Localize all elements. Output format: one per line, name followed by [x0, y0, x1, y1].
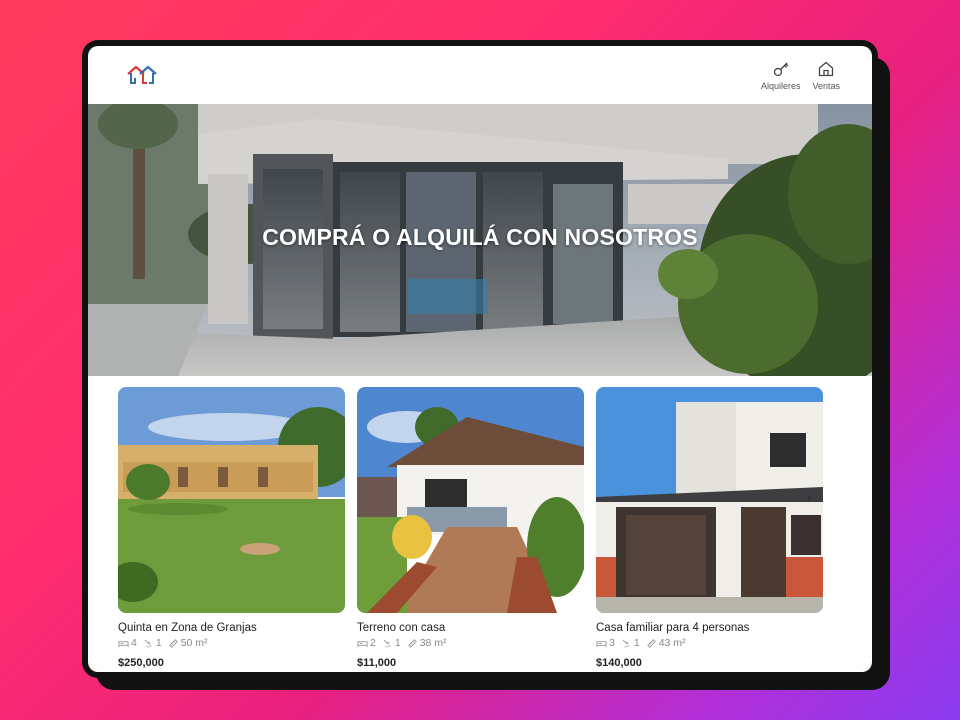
listing-card[interactable]: › Casa familiar para 4 personas 3 1 43 m… [596, 387, 823, 669]
shower-icon [622, 639, 630, 647]
bedroom-count: 3 [609, 637, 615, 649]
bedroom-count: 4 [131, 637, 137, 649]
listing-title: Quinta en Zona de Granjas [118, 622, 257, 634]
listing-features: 4 1 50 m² [118, 637, 345, 649]
listing-photo [118, 387, 345, 613]
house-icon [819, 61, 834, 76]
listing-card[interactable]: Quinta en Zona de Granjas 4 1 50 m² $250… [118, 387, 345, 669]
listing-card[interactable]: Terreno con casa 2 1 38 m² $11,000 [357, 387, 584, 669]
carousel-next-icon[interactable]: › [808, 493, 811, 504]
hero-title: COMPRÁ O ALQUILÁ CON NOSOTROS [262, 224, 698, 250]
listing-title: Terreno con casa [357, 622, 446, 634]
bed-icon [596, 640, 607, 647]
tablet-frame: Alquileres Ventas COMPRÁ O ALQUILÁ CON N… [82, 40, 878, 678]
nav-rentals[interactable]: Alquileres [760, 60, 801, 91]
bathroom-count: 1 [155, 637, 162, 649]
listing-photo: › [596, 387, 823, 613]
logo-icon[interactable] [126, 64, 158, 86]
shower-icon [144, 639, 152, 647]
nav-rentals-label: Alquileres [760, 80, 801, 91]
nav-sales-label: Ventas [812, 80, 840, 91]
app-screen: Alquileres Ventas COMPRÁ O ALQUILÁ CON N… [88, 46, 872, 672]
ruler-icon [407, 638, 417, 648]
main-nav: Alquileres Ventas [761, 60, 840, 91]
bed-icon [118, 640, 129, 647]
listing-title: Casa familiar para 4 personas [596, 622, 750, 634]
nav-sales[interactable]: Ventas [812, 60, 840, 91]
ruler-icon [646, 638, 656, 648]
area-value: 38 m² [419, 637, 447, 649]
bed-icon [357, 640, 368, 647]
listing-price: $11,000 [357, 657, 397, 669]
top-header: Alquileres Ventas [88, 46, 872, 104]
key-icon [773, 62, 789, 76]
area-value: 43 m² [658, 637, 686, 649]
listing-photo [357, 387, 584, 613]
hero-banner: COMPRÁ O ALQUILÁ CON NOSOTROS [88, 104, 872, 376]
bathroom-count: 1 [394, 637, 401, 649]
listing-price: $140,000 [596, 657, 642, 669]
area-value: 50 m² [180, 637, 208, 649]
ruler-icon [168, 638, 178, 648]
listings-row: Quinta en Zona de Granjas 4 1 50 m² $250… [118, 387, 823, 669]
shower-icon [383, 639, 391, 647]
listing-features: 2 1 38 m² [357, 637, 584, 649]
bathroom-count: 1 [633, 637, 640, 649]
bedroom-count: 2 [370, 637, 376, 649]
listing-features: 3 1 43 m² [596, 637, 823, 649]
listing-price: $250,000 [118, 657, 164, 669]
